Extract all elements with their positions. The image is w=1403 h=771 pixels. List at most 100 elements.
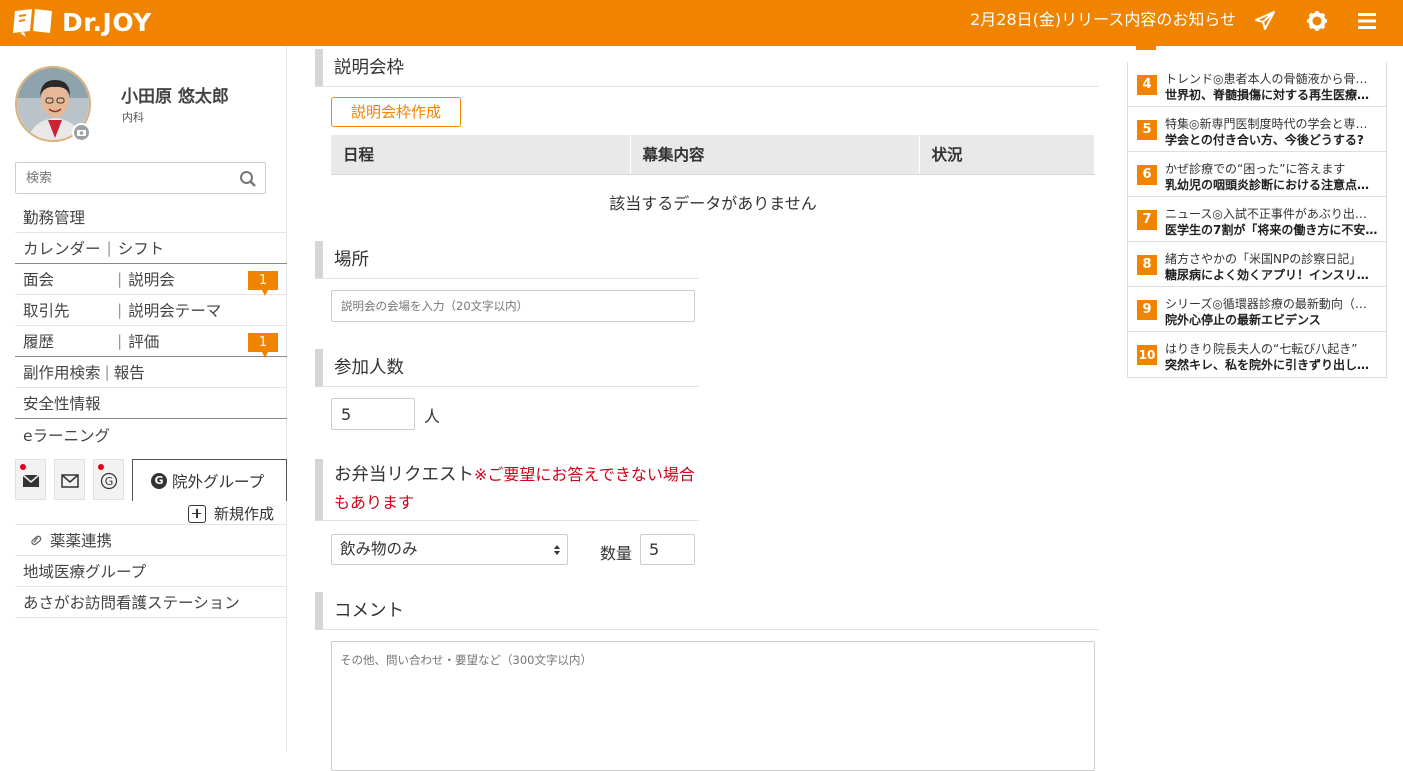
rank-title: 糖尿病によく効くアプリ！インスリ… (1165, 268, 1369, 282)
sidebar-menu: 勤務管理 カレンダー | シフト 面会 | 説明会 1 取引先 | 説明会テーマ 履歴 | 評価… (15, 202, 287, 450)
people-count-input[interactable] (331, 398, 415, 430)
frame-table: 日程 幕集内容 状況 (331, 135, 1095, 175)
book-logo-icon (13, 9, 52, 37)
menu-item-calendar[interactable]: カレンダー (23, 237, 101, 259)
notification-dot (20, 464, 26, 470)
rank-number: 4 (1137, 75, 1157, 95)
bento-select[interactable]: 飲み物のみ (331, 534, 568, 565)
menu-item-kinmu[interactable]: 勤務管理 (15, 202, 287, 233)
tab-group-g[interactable]: G (93, 459, 124, 500)
gear-icon[interactable] (1305, 9, 1329, 33)
ranking-list: 4 トレンド◎患者本人の骨髄液から骨… 世界初、脊髄損傷に対する再生医療… 5 … (1127, 62, 1387, 378)
search-input[interactable] (26, 164, 236, 192)
section-place-title: 場所 (315, 241, 699, 279)
group-list: 薬薬連携 地域医療グループ あさがお訪問看護ステーション (15, 524, 287, 618)
menu-item-hyoka[interactable]: 評価 (128, 330, 159, 352)
paper-plane-icon[interactable] (1253, 9, 1277, 33)
rank-category: 緒方さやかの「米国NPの診察日記」 (1165, 252, 1362, 266)
rank-title: 院外心停止の最新エビデンス (1165, 313, 1321, 327)
group-g-icon: G (100, 472, 118, 490)
rank-category: シリーズ◎循環器診療の最新動向（… (1165, 297, 1367, 311)
ranking-item[interactable]: 5 特集◎新専門医制度時代の学会と専… 学会との付き合い方、今後どうする? (1128, 107, 1386, 152)
user-name: 小田原 悠太郎 (121, 87, 229, 107)
menu-label: 安全性情報 (23, 395, 101, 413)
group-item-label: あさがお訪問看護ステーション (23, 594, 240, 612)
tab-outside-group[interactable]: G 院外グループ (132, 459, 287, 501)
section-people-title: 参加人数 (315, 349, 699, 387)
menu-item-theme[interactable]: 説明会テーマ (128, 299, 221, 321)
menu-row-fukusayo: 副作用検索 | 報告 (15, 357, 287, 388)
notification-dot (98, 464, 104, 470)
menu-row-calendar: カレンダー | シフト (15, 233, 287, 264)
group-item-asagao[interactable]: あさがお訪問看護ステーション (15, 587, 287, 618)
menu-item-rireki[interactable]: 履歴 (23, 330, 111, 352)
menu-item-elearning[interactable]: eラーニング (15, 419, 287, 450)
column-header-date[interactable]: 日程 (331, 135, 631, 175)
ranking-item[interactable]: 9 シリーズ◎循環器診療の最新動向（… 院外心停止の最新エビデンス (1128, 287, 1386, 332)
rank-number: 10 (1137, 345, 1157, 365)
new-group-button[interactable]: 新規作成 (188, 503, 274, 524)
menu-item-anzen[interactable]: 安全性情報 (15, 388, 287, 419)
tab-mail-filled[interactable] (15, 459, 46, 500)
quantity-input[interactable] (640, 534, 695, 565)
select-arrows-icon (554, 545, 560, 555)
menu-row-menkai: 面会 | 説明会 1 (15, 264, 287, 296)
people-unit: 人 (424, 407, 441, 426)
envelope-filled-icon (22, 474, 40, 487)
rank-title: 乳幼児の咽頭炎診断における注意点… (1165, 178, 1370, 192)
group-item-chiiki[interactable]: 地域医療グループ (15, 556, 287, 587)
user-department: 内科 (122, 111, 144, 124)
menu-item-fukusayo[interactable]: 副作用検索 (23, 361, 101, 383)
hyoka-badge: 1 (248, 333, 278, 358)
no-data-message: 該当するデータがありません (609, 194, 817, 213)
ranking-item[interactable]: 8 緒方さやかの「米国NPの診察日記」 糖尿病によく効くアプリ！インスリ… (1128, 242, 1386, 287)
search-icon[interactable] (239, 170, 257, 188)
ranking-item-partial[interactable] (1127, 46, 1387, 54)
rank-category: かぜ診療での“困った”に答えます (1165, 162, 1346, 176)
logo-text: Dr.JOY (62, 7, 152, 37)
group-item-label: 薬薬連携 (50, 532, 113, 550)
pill-icon (31, 535, 42, 546)
menu-item-torihiki[interactable]: 取引先 (23, 299, 111, 321)
rank-category: はりきり院長夫人の“七転び八起き” (1165, 342, 1358, 356)
camera-icon[interactable] (72, 123, 91, 142)
ranking-item[interactable]: 4 トレンド◎患者本人の骨髄液から骨… 世界初、脊髄損傷に対する再生医療… (1128, 62, 1386, 107)
release-notice-link[interactable]: 2月28日(金)リリース内容のお知らせ (970, 9, 1236, 31)
group-item-yakuyaku[interactable]: 薬薬連携 (15, 525, 287, 556)
column-header-status[interactable]: 状況 (919, 135, 1095, 175)
rank-title: 学会との付き合い方、今後どうする? (1165, 133, 1364, 147)
ranking-item[interactable]: 10 はりきり院長夫人の“七転び八起き” 突然キレ、私を院外に引きずり出し… (1128, 332, 1386, 377)
column-header-content[interactable]: 幕集内容 (630, 135, 920, 175)
tab-outside-group-label: 院外グループ (172, 472, 265, 491)
plus-square-icon (188, 504, 206, 523)
create-frame-button[interactable]: 説明会枠作成 (331, 97, 461, 127)
menu-item-hokoku[interactable]: 報告 (114, 361, 145, 383)
svg-text:G: G (105, 475, 114, 488)
tab-mail-outline[interactable] (54, 459, 85, 500)
group-item-label: 地域医療グループ (23, 563, 147, 581)
setsumeikai-badge: 1 (248, 271, 278, 296)
rank-number: 7 (1137, 210, 1157, 230)
section-bento-title: お弁当リクエスト※ご要望にお答えできない場合もあります (315, 459, 699, 521)
bento-title: お弁当リクエスト (334, 465, 474, 485)
ranking-item[interactable]: 7 ニュース◎入試不正事件があぶり出… 医学生の7割が「将来の働き方に不安… (1128, 197, 1386, 242)
logo[interactable]: Dr.JOY (12, 6, 152, 38)
rank-title: 世界初、脊髄損傷に対する再生医療… (1165, 88, 1370, 102)
rank-number: 6 (1137, 165, 1157, 185)
sidebar: 小田原 悠太郎 内科 勤務管理 カレンダー|シフト 面会|説明会 1 取引先|説… (0, 46, 287, 752)
place-input[interactable] (331, 290, 695, 322)
menu-item-menkai[interactable]: 面会 (23, 268, 111, 290)
section-frame-title: 説明会枠 (315, 49, 1099, 87)
menu-row-torihiki: 取引先 | 説明会テーマ (15, 295, 287, 326)
ranking-item[interactable]: 6 かぜ診療での“困った”に答えます 乳幼児の咽頭炎診断における注意点… (1128, 152, 1386, 197)
quantity-label: 数量 (600, 544, 633, 563)
menu-item-setsumeikai[interactable]: 説明会 (128, 268, 175, 290)
group-tabs: G G 院外グループ (15, 459, 287, 501)
rank-title: 医学生の7割が「将来の働き方に不安… (1165, 223, 1378, 237)
envelope-outline-icon (61, 474, 79, 488)
menu-label: 勤務管理 (23, 209, 86, 227)
rank-category: 特集◎新専門医制度時代の学会と専… (1165, 117, 1368, 131)
rank-number: 8 (1137, 255, 1157, 275)
hamburger-menu-icon[interactable] (1355, 9, 1379, 33)
menu-item-shift[interactable]: シフト (118, 237, 165, 259)
